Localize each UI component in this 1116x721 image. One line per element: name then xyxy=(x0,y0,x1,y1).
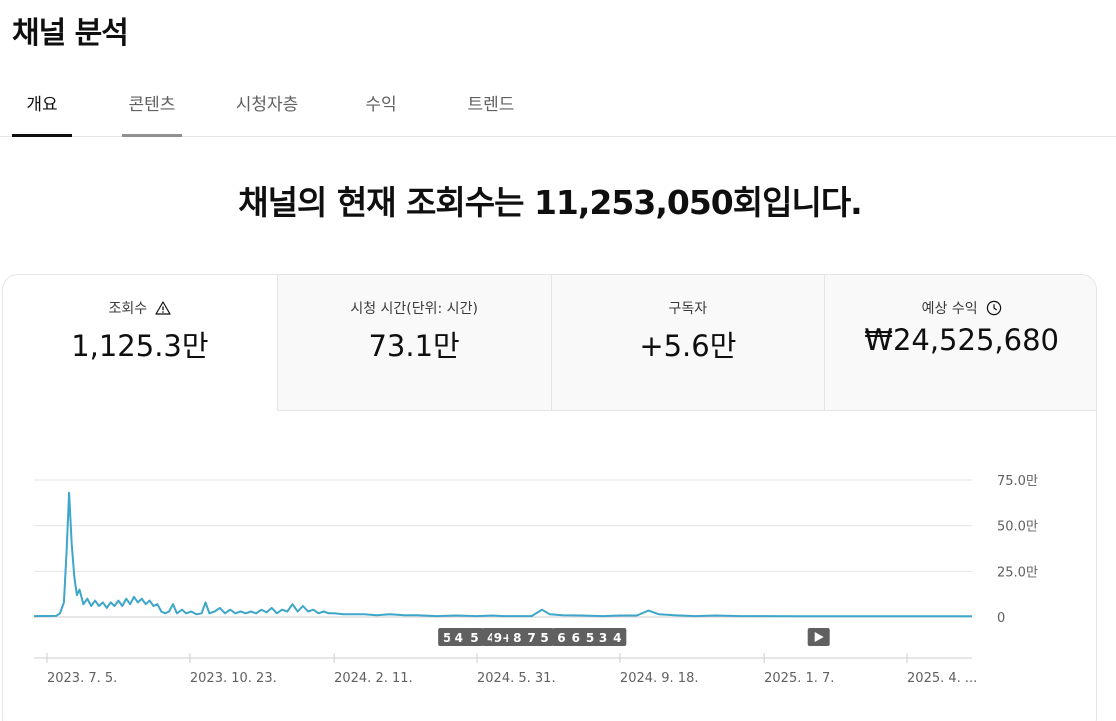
tab-underline xyxy=(455,134,527,137)
event-marker-label: 4 xyxy=(455,631,463,645)
metric-label: 구독자 xyxy=(668,301,708,317)
metric-value: ₩24,525,680 xyxy=(864,323,1059,357)
metric-watch-time[interactable]: 시청 시간(단위: 시간) 73.1만 xyxy=(276,275,551,411)
event-marker-label: 6 xyxy=(557,631,565,645)
metric-tabs: 조회수 1,125.3만 시청 시간(단위: 시간) 73.1만 구독자 +5.… xyxy=(3,275,1096,411)
tab-underline xyxy=(12,134,72,137)
event-marker-label: 8 xyxy=(513,631,521,645)
overview-card: 조회수 1,125.3만 시청 시간(단위: 시간) 73.1만 구독자 +5.… xyxy=(2,274,1097,721)
event-marker-label: 6 xyxy=(572,631,580,645)
y-tick-label: 50.0만 xyxy=(997,520,1038,535)
x-tick-label: 2024. 9. 18. xyxy=(620,671,699,686)
tab-overview[interactable]: 개요 xyxy=(12,76,72,137)
metric-views[interactable]: 조회수 1,125.3만 xyxy=(3,275,277,411)
tab-label: 콘텐츠 xyxy=(128,95,176,115)
tab-audience[interactable]: 시청자층 xyxy=(226,76,308,136)
metric-label: 조회수 xyxy=(108,301,148,317)
event-marker-label: 5 xyxy=(540,631,548,645)
tab-underline xyxy=(122,134,182,137)
event-marker-label: 7 xyxy=(527,631,535,645)
event-marker-label: 3 xyxy=(599,631,607,645)
x-tick-label: 2024. 5. 31. xyxy=(477,671,556,686)
y-tick-label: 75.0만 xyxy=(997,474,1038,489)
metric-estimated-revenue[interactable]: 예상 수익 ₩24,525,680 xyxy=(824,275,1096,411)
x-tick-label: 2023. 10. 23. xyxy=(190,671,277,686)
metric-value: +5.6만 xyxy=(639,329,737,363)
event-marker-label: 5 xyxy=(470,631,478,645)
tab-label: 수익 xyxy=(365,95,397,115)
tab-content[interactable]: 콘텐츠 xyxy=(122,76,182,137)
metric-label: 시청 시간(단위: 시간) xyxy=(350,301,478,317)
metric-subscribers[interactable]: 구독자 +5.6만 xyxy=(550,275,825,411)
series-line-views xyxy=(33,491,972,618)
x-tick-label: 2025. 1. 7. xyxy=(764,671,834,686)
video-event-marker[interactable]: 5 xyxy=(465,628,484,646)
metric-value: 73.1만 xyxy=(368,329,460,363)
tab-underline xyxy=(226,134,308,137)
y-tick-label: 25.0만 xyxy=(997,565,1038,580)
tab-trends[interactable]: 트렌드 xyxy=(455,76,527,136)
video-event-marker[interactable]: 4 xyxy=(608,628,627,646)
event-marker-label: 5 xyxy=(586,631,594,645)
tab-label: 시청자층 xyxy=(235,95,299,115)
play-marker-button[interactable] xyxy=(807,628,830,646)
warning-icon[interactable] xyxy=(155,300,171,316)
metric-value: 1,125.3만 xyxy=(71,329,209,363)
tab-label: 트렌드 xyxy=(467,95,515,115)
video-event-marker[interactable]: 5 xyxy=(535,628,554,646)
video-event-marker[interactable]: 4 xyxy=(449,628,468,646)
event-marker-label: 4 xyxy=(613,631,621,645)
y-tick-label: 0 xyxy=(997,611,1005,626)
x-tick-label: 2024. 2. 11. xyxy=(334,671,413,686)
tab-bar: 개요 콘텐츠 시청자층 수익 트렌드 xyxy=(0,76,1116,137)
tab-underline xyxy=(355,134,407,137)
total-views-headline: 채널의 현재 조회수는 11,253,050회입니다. xyxy=(238,183,862,222)
views-line-chart[interactable]: 75.0만50.0만25.0만0 5 4 5 49+ 8 7 5 6 6 5 3 4 2023. 7.… xyxy=(3,455,1095,695)
tab-revenue[interactable]: 수익 xyxy=(355,76,407,136)
x-tick-label: 2025. 4. ... xyxy=(907,671,977,686)
metric-label: 예상 수익 xyxy=(921,301,978,317)
x-tick-label: 2023. 7. 5. xyxy=(47,671,117,686)
page-title: 채널 분석 xyxy=(12,16,129,51)
clock-icon[interactable] xyxy=(986,300,1002,316)
tab-label: 개요 xyxy=(26,95,58,115)
